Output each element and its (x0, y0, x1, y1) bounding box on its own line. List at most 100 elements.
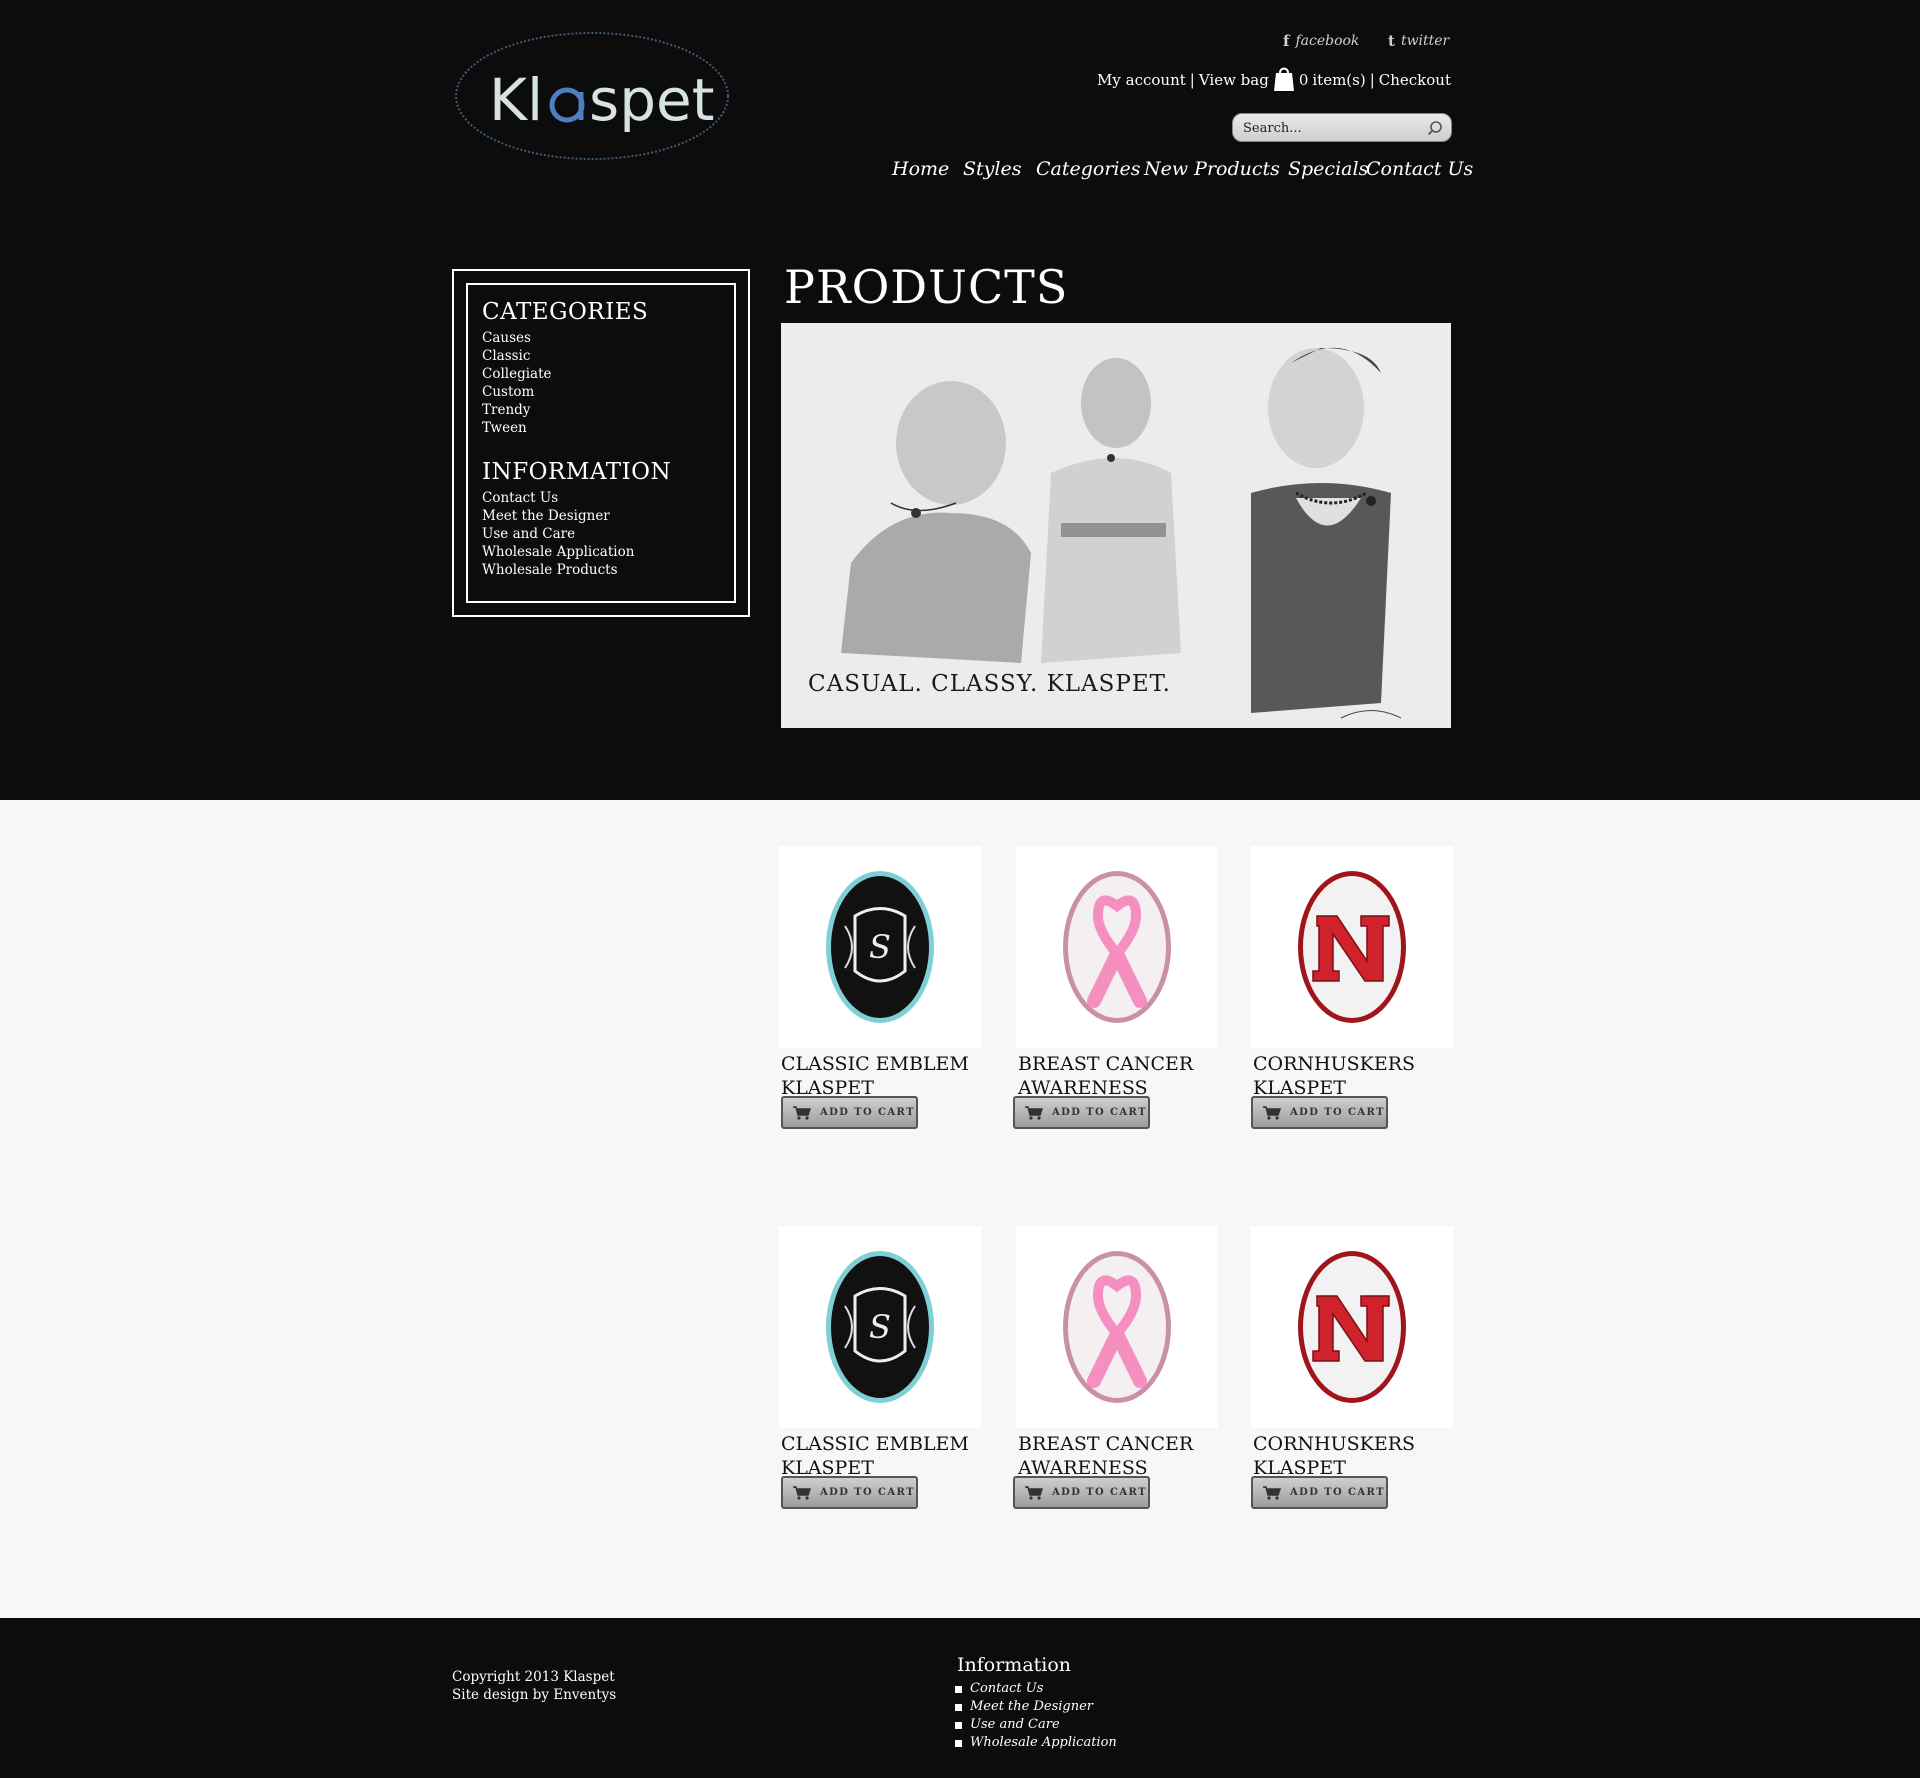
twitter-link[interactable]: t twitter (1388, 32, 1449, 50)
add-to-cart-label: ADD TO CART (820, 1107, 915, 1118)
product-card[interactable]: BREAST CANCER AWARENESS $3.99 (1016, 1226, 1218, 1502)
product-name[interactable]: CLASSIC EMBLEM KLASPET (779, 1052, 981, 1100)
product-name[interactable]: BREAST CANCER AWARENESS (1016, 1432, 1218, 1480)
bullet-icon (955, 1721, 962, 1729)
letter-n-icon (1298, 871, 1406, 1023)
add-to-cart-label: ADD TO CART (1290, 1487, 1385, 1498)
product-image[interactable] (1016, 846, 1218, 1048)
sidebar-item-custom[interactable]: Custom (482, 383, 734, 401)
product-card[interactable]: CORNHUSKERS KLASPET $3.99 (1251, 1226, 1453, 1502)
cart-icon (1263, 1485, 1282, 1500)
footer-link-meet-the-designer[interactable]: Meet the Designer (955, 1698, 1117, 1716)
information-heading: INFORMATION (482, 459, 672, 485)
product-image[interactable] (1251, 846, 1453, 1048)
product-name[interactable]: CLASSIC EMBLEM KLASPET (779, 1432, 981, 1480)
product-image[interactable] (1251, 1226, 1453, 1428)
product-image[interactable]: S (779, 1226, 981, 1428)
cart-icon (1025, 1485, 1044, 1500)
footer-link-label: Meet the Designer (970, 1699, 1094, 1714)
pink-ribbon-icon (1063, 1251, 1171, 1403)
product-card[interactable]: CORNHUSKERS KLASPET $3.99 (1251, 846, 1453, 1122)
klaspet-logo[interactable]: Kl spet (453, 30, 731, 162)
separator: | (1189, 71, 1195, 89)
nav-categories[interactable]: Categories (1036, 158, 1141, 180)
product-grid: S CLASSIC EMBLEM KLASPET $3.99 BREAST CA… (0, 800, 1920, 1618)
categories-list: Causes Classic Collegiate Custom Trendy … (482, 329, 734, 437)
information-list: Contact Us Meet the Designer Use and Car… (482, 489, 734, 579)
nav-new-products[interactable]: New Products (1144, 158, 1280, 180)
product-name[interactable]: BREAST CANCER AWARENESS (1016, 1052, 1218, 1100)
facebook-link[interactable]: f facebook (1283, 32, 1359, 50)
sidebar-item-wholesale-products[interactable]: Wholesale Products (482, 561, 734, 579)
sidebar-item-wholesale-application[interactable]: Wholesale Application (482, 543, 734, 561)
cart-icon (793, 1485, 812, 1500)
add-to-cart-label: ADD TO CART (1052, 1107, 1147, 1118)
add-to-cart-button[interactable]: ADD TO CART (1251, 1476, 1388, 1509)
footer-credits: Copyright 2013 Klaspet Site design by En… (452, 1668, 616, 1704)
product-card[interactable]: BREAST CANCER AWARENESS $3.99 (1016, 846, 1218, 1122)
footer-link-label: Wholesale Application (970, 1735, 1117, 1750)
nav-home[interactable]: Home (892, 158, 949, 180)
sidebar-item-contact-us[interactable]: Contact Us (482, 489, 734, 507)
view-bag-link[interactable]: View bag (1199, 71, 1269, 89)
facebook-label: facebook (1295, 33, 1360, 49)
sidebar: CATEGORIES Causes Classic Collegiate Cus… (452, 269, 750, 617)
product-image[interactable] (1016, 1226, 1218, 1428)
add-to-cart-button[interactable]: ADD TO CART (781, 1096, 918, 1129)
cart-icon (793, 1105, 812, 1120)
copyright-text: Copyright 2013 Klaspet (452, 1669, 615, 1685)
bullet-icon (955, 1703, 962, 1711)
fashion-illustration (781, 323, 1451, 728)
search-box (1232, 113, 1452, 142)
classic-emblem-icon: S (826, 871, 934, 1023)
twitter-label: twitter (1400, 33, 1450, 49)
product-name[interactable]: CORNHUSKERS KLASPET (1251, 1432, 1453, 1480)
footer-links: Contact Us Meet the Designer Use and Car… (955, 1680, 1117, 1752)
sidebar-item-use-and-care[interactable]: Use and Care (482, 525, 734, 543)
separator: | (1369, 71, 1375, 89)
footer-link-label: Contact Us (970, 1681, 1044, 1696)
letter-n-icon (1298, 1251, 1406, 1403)
footer-link-use-and-care[interactable]: Use and Care (955, 1716, 1117, 1734)
svg-text:S: S (869, 1308, 891, 1346)
checkout-link[interactable]: Checkout (1379, 71, 1451, 89)
search-icon[interactable] (1427, 120, 1443, 136)
product-image[interactable]: S (779, 846, 981, 1048)
footer-info-heading: Information (957, 1654, 1072, 1676)
add-to-cart-button[interactable]: ADD TO CART (1251, 1096, 1388, 1129)
sidebar-item-tween[interactable]: Tween (482, 419, 734, 437)
categories-heading: CATEGORIES (482, 299, 649, 325)
footer-link-contact-us[interactable]: Contact Us (955, 1680, 1117, 1698)
sidebar-item-classic[interactable]: Classic (482, 347, 734, 365)
add-to-cart-button[interactable]: ADD TO CART (1013, 1096, 1150, 1129)
hero-banner: CASUAL. CLASSY. KLASPET. (781, 323, 1451, 728)
add-to-cart-button[interactable]: ADD TO CART (781, 1476, 918, 1509)
sidebar-item-trendy[interactable]: Trendy (482, 401, 734, 419)
add-to-cart-button[interactable]: ADD TO CART (1013, 1476, 1150, 1509)
shopping-bag-icon[interactable] (1273, 64, 1295, 92)
footer-link-wholesale-application[interactable]: Wholesale Application (955, 1734, 1117, 1752)
nav-contact-us[interactable]: Contact Us (1366, 158, 1473, 180)
bag-count: 0 (1298, 71, 1309, 89)
bullet-icon (955, 1739, 962, 1747)
svg-text:Kl: Kl (489, 66, 543, 134)
cart-icon (1025, 1105, 1044, 1120)
add-to-cart-label: ADD TO CART (1052, 1487, 1147, 1498)
my-account-link[interactable]: My account (1097, 71, 1186, 89)
sidebar-item-collegiate[interactable]: Collegiate (482, 365, 734, 383)
product-card[interactable]: S CLASSIC EMBLEM KLASPET $3.99 (779, 1226, 981, 1502)
nav-specials[interactable]: Specials (1288, 158, 1368, 180)
site-footer: Copyright 2013 Klaspet Site design by En… (0, 1618, 1920, 1778)
sidebar-item-causes[interactable]: Causes (482, 329, 734, 347)
account-bar: My account | View bag 0 item(s) | Checko… (1097, 66, 1451, 94)
sidebar-item-meet-the-designer[interactable]: Meet the Designer (482, 507, 734, 525)
product-card[interactable]: S CLASSIC EMBLEM KLASPET $3.99 (779, 846, 981, 1122)
search-input[interactable] (1243, 118, 1421, 138)
nav-styles[interactable]: Styles (963, 158, 1021, 180)
add-to-cart-label: ADD TO CART (1290, 1107, 1385, 1118)
product-name[interactable]: CORNHUSKERS KLASPET (1251, 1052, 1453, 1100)
twitter-icon: t (1388, 32, 1395, 50)
svg-text:S: S (869, 928, 891, 966)
add-to-cart-label: ADD TO CART (820, 1487, 915, 1498)
classic-emblem-icon: S (826, 1251, 934, 1403)
